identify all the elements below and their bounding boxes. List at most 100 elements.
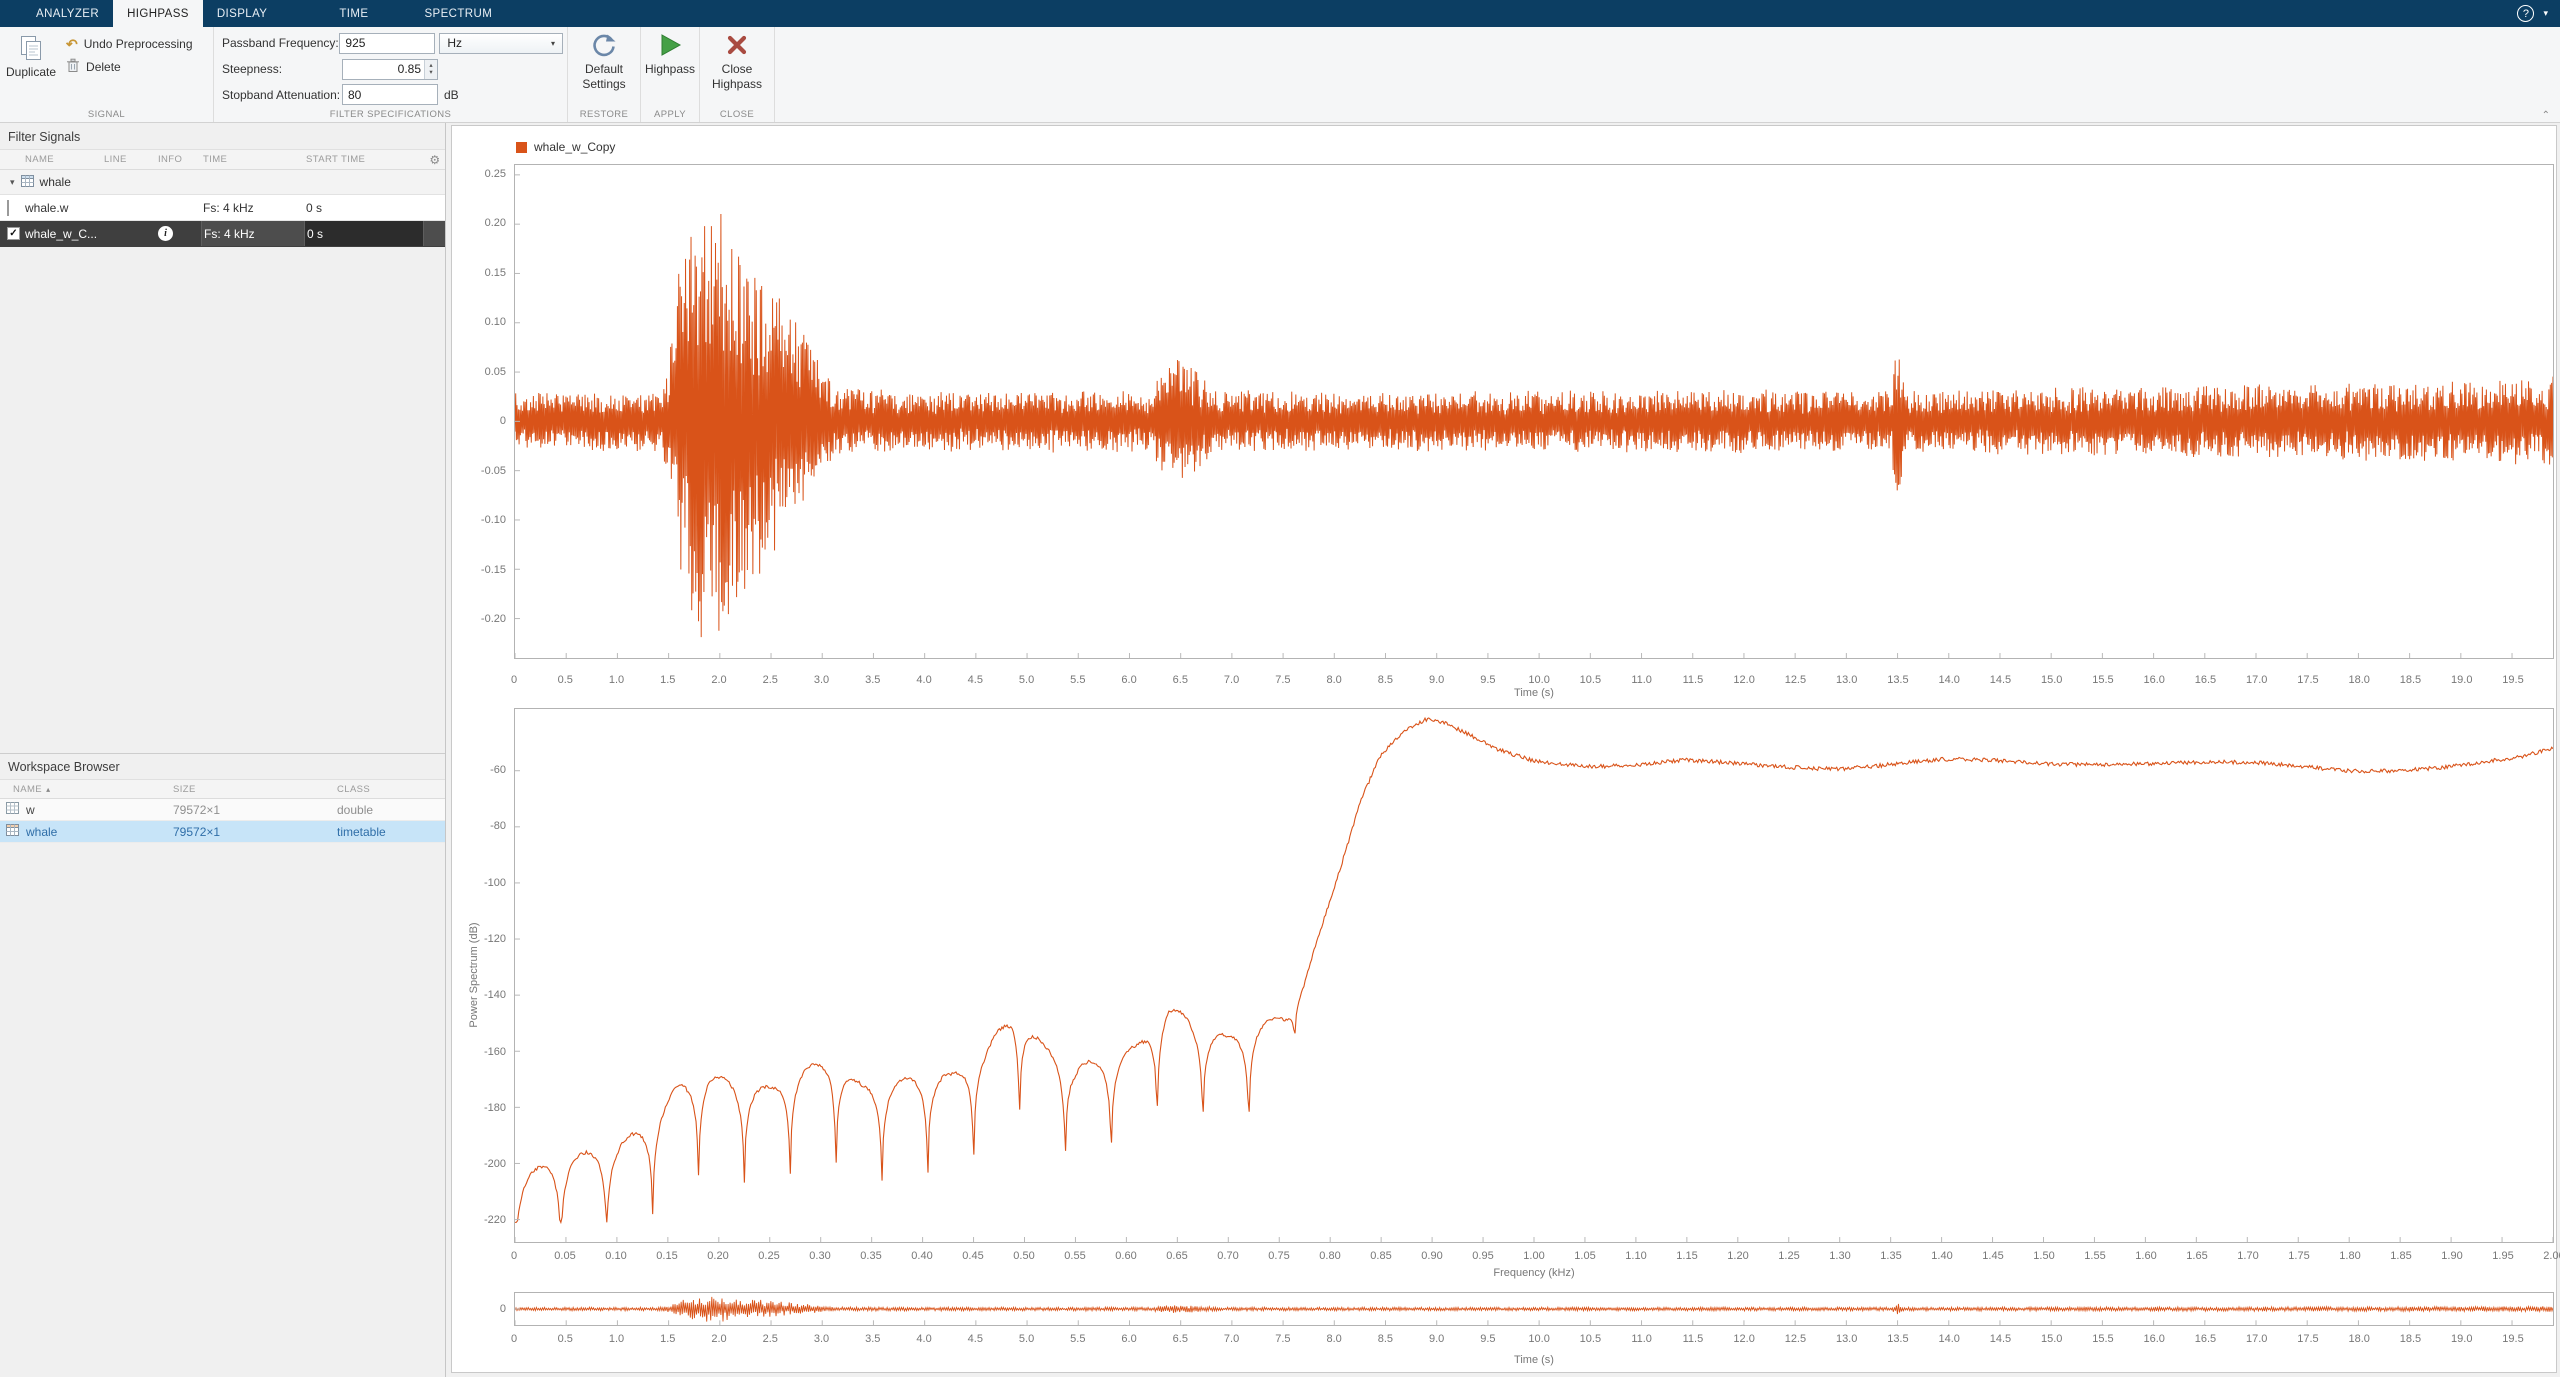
signal-checkbox-checked[interactable]: ✓: [7, 227, 20, 240]
x-tick-label: 13.0: [1836, 1333, 1857, 1345]
x-tick-label: 0.25: [758, 1250, 779, 1262]
stopband-attenuation-input[interactable]: [342, 84, 438, 105]
x-tick-label: 19.5: [2502, 1333, 2523, 1345]
col-line[interactable]: LINE: [102, 154, 156, 165]
duplicate-button[interactable]: Duplicate: [6, 30, 56, 106]
ws-col-size[interactable]: SIZE: [160, 784, 324, 795]
ws-col-class[interactable]: CLASS: [324, 784, 445, 795]
signal-group-row[interactable]: ▾ whale: [0, 170, 445, 195]
duplicate-label: Duplicate: [6, 65, 56, 80]
waveform-path: [515, 718, 2553, 1222]
x-tick-label: 0.95: [1472, 1250, 1493, 1262]
x-tick-label: 0.05: [554, 1250, 575, 1262]
x-tick-label: 0.75: [1268, 1250, 1289, 1262]
steepness-spinner: ▴ ▾: [342, 59, 438, 80]
tab-highpass[interactable]: HIGHPASS: [113, 0, 203, 27]
workspace-row-whale[interactable]: whale 79572×1 timetable: [0, 821, 445, 843]
signal-row-whale-w[interactable]: whale.w Fs: 4 kHz 0 s: [0, 195, 445, 221]
stopband-attenuation-label: Stopband Attenuation:: [222, 88, 342, 102]
info-icon[interactable]: i: [158, 226, 173, 241]
spinner-down-icon[interactable]: ▾: [429, 69, 432, 76]
highpass-apply-button[interactable]: Highpass: [641, 27, 699, 77]
x-tick-label: 9.0: [1429, 1333, 1444, 1345]
sort-asc-icon: ▴: [46, 785, 50, 794]
x-tick-label: 19.0: [2451, 674, 2472, 686]
ribbon-section-signal: Duplicate ↶ Undo Preprocessing: [0, 27, 214, 122]
y-tick-label: 0.05: [485, 366, 506, 378]
duplicate-icon: [18, 33, 44, 63]
x-tick-label: 19.5: [2502, 674, 2523, 686]
help-icon[interactable]: ?: [2517, 5, 2534, 22]
y-tick-label: 0.25: [485, 168, 506, 180]
workspace-row-w[interactable]: w 79572×1 double: [0, 799, 445, 821]
legend-swatch: [516, 142, 527, 153]
signal-row-whale-w-copy[interactable]: ✓ whale_w_C... i Fs: 4 kHz 0 s: [0, 221, 445, 247]
delete-button[interactable]: Delete: [66, 58, 192, 76]
x-tick-label: 2.5: [763, 1333, 778, 1345]
panner-axes[interactable]: [514, 1292, 2554, 1326]
col-start-time[interactable]: START TIME: [304, 154, 423, 165]
group-name: whale: [40, 175, 71, 189]
tab-analyzer[interactable]: ANALYZER: [22, 0, 113, 27]
x-tick-label: 1.20: [1727, 1250, 1748, 1262]
ws-col-name[interactable]: NAME ▴: [0, 784, 160, 795]
y-tick-label: -100: [484, 877, 506, 889]
x-tick-label: 4.0: [916, 1333, 931, 1345]
axis-tick-marks: [515, 771, 2553, 1242]
time-waveform-plot: [515, 165, 2553, 658]
ws-col-name-label: NAME: [13, 784, 42, 795]
x-tick-label: 7.0: [1224, 1333, 1239, 1345]
ws-col-size-label: SIZE: [173, 784, 196, 795]
plot-legend[interactable]: whale_w_Copy: [516, 140, 615, 154]
x-tick-label: 18.0: [2349, 674, 2370, 686]
y-tick-label: -0.20: [481, 613, 506, 625]
signal-checkbox[interactable]: [7, 200, 9, 216]
x-tick-label: 6.0: [1121, 674, 1136, 686]
tab-time[interactable]: TIME: [325, 0, 382, 27]
ws-var-class: double: [324, 803, 445, 817]
spinner-arrows[interactable]: ▴ ▾: [424, 60, 437, 79]
chevron-down-icon[interactable]: ▾: [2543, 8, 2548, 19]
ws-var-class: timetable: [324, 825, 445, 839]
spinner-up-icon[interactable]: ▴: [429, 62, 432, 69]
x-tick-label: 1.05: [1574, 1250, 1595, 1262]
col-name[interactable]: NAME: [23, 154, 102, 165]
ribbon-section-restore: Default Settings RESTORE: [568, 27, 641, 122]
time-cell: Fs: 4 kHz: [201, 201, 304, 215]
close-icon: [725, 30, 749, 60]
frequency-unit-dropdown[interactable]: Hz ▾: [439, 33, 563, 54]
x-tick-label: 1.15: [1676, 1250, 1697, 1262]
expander-icon[interactable]: ▾: [10, 177, 15, 188]
x-tick-label: 12.5: [1785, 674, 1806, 686]
x-tick-label: 4.5: [968, 1333, 983, 1345]
col-info[interactable]: INFO: [156, 154, 201, 165]
restore-icon: [590, 30, 618, 60]
y-tick-label: 0.15: [485, 267, 506, 279]
x-tick-label: 8.0: [1326, 1333, 1341, 1345]
waveform-path: [515, 1297, 2553, 1322]
passband-frequency-input[interactable]: [339, 33, 435, 54]
x-tick-label: 14.0: [1938, 1333, 1959, 1345]
close-highpass-button[interactable]: Close Highpass: [700, 27, 774, 92]
x-tick-label: 18.0: [2349, 1333, 2370, 1345]
undo-preprocessing-button[interactable]: ↶ Undo Preprocessing: [66, 37, 192, 51]
signal-name: whale_w_C...: [23, 227, 102, 241]
y-tick-label: -200: [484, 1158, 506, 1170]
ribbon-collapse-icon[interactable]: ⌃: [2542, 110, 2550, 121]
y-tick-label: -0.10: [481, 514, 506, 526]
x-tick-label: 5.5: [1070, 674, 1085, 686]
y-tick-label: 0.20: [485, 217, 506, 229]
tab-display[interactable]: DISPLAY: [203, 0, 282, 27]
default-settings-button[interactable]: Default Settings: [568, 27, 640, 92]
y-tick-label: -80: [490, 820, 506, 832]
ws-var-name: w: [26, 803, 35, 817]
col-time[interactable]: TIME: [201, 154, 304, 165]
tab-spectrum[interactable]: SPECTRUM: [410, 0, 506, 27]
x-tick-label: 7.5: [1275, 1333, 1290, 1345]
passband-frequency-label: Passband Frequency:: [222, 36, 339, 50]
spectrum-plot-axes[interactable]: [514, 708, 2554, 1243]
power-spectrum-axis-label: Power Spectrum (dB): [468, 922, 480, 1027]
time-plot-axes[interactable]: [514, 164, 2554, 659]
gear-icon[interactable]: ⚙: [423, 153, 445, 167]
x-tick-label: 2.5: [763, 674, 778, 686]
